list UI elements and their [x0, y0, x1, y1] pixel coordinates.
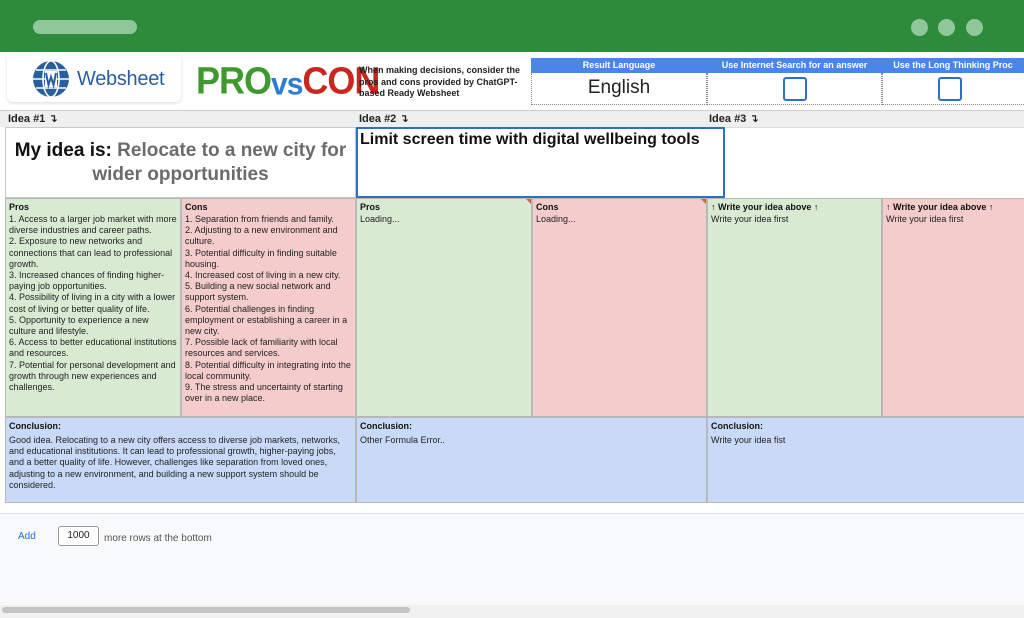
- result-language-header: Result Language: [531, 58, 707, 73]
- idea2-conclusion-head: Conclusion:: [360, 421, 412, 431]
- brand-vs: vs: [271, 67, 303, 103]
- idea2-conclusion-text: Other Formula Error..: [360, 435, 446, 445]
- list-item: 1. Access to a larger job market with mo…: [9, 214, 177, 236]
- scrollbar-thumb[interactable]: [2, 607, 410, 613]
- list-item: 3. Potential difficulty in finding suita…: [185, 247, 337, 269]
- idea1-conclusion-text: Good idea. Relocating to a new city offe…: [9, 435, 340, 490]
- list-item: 5. Opportunity to experience a new cultu…: [9, 314, 149, 337]
- idea2-pros-status: Loading...: [360, 214, 400, 224]
- idea2-label: Idea #2 ↴: [359, 113, 409, 125]
- comment-indicator-icon: [701, 199, 706, 204]
- idea1-cons-list: 1. Separation from friends and family. 2…: [185, 214, 352, 404]
- window-maximize-dot[interactable]: [938, 19, 955, 36]
- websheet-logo[interactable]: Websheet: [7, 56, 181, 102]
- list-item: 4. Possibility of living in a city with …: [9, 292, 176, 314]
- internet-search-cell: [707, 73, 882, 105]
- idea3-label: Idea #3 ↴: [709, 113, 759, 125]
- spreadsheet-area: Websheet PRO vs CON When making decisions,…: [0, 52, 1024, 618]
- result-language-value: English: [587, 77, 651, 98]
- list-item: 7. Potential for personal development an…: [9, 359, 176, 393]
- list-item: 6. Access to better educational institut…: [9, 337, 177, 359]
- idea1-value: Relocate to a new city for wider opportu…: [92, 139, 347, 185]
- idea1-input[interactable]: My idea is: Relocate to a new city for w…: [5, 127, 356, 198]
- globe-logo-icon: [33, 60, 69, 98]
- internet-search-checkbox[interactable]: [782, 77, 807, 101]
- add-rows-button[interactable]: Add: [18, 531, 36, 542]
- list-item: 5. Building a new social network and sup…: [185, 281, 331, 303]
- idea2-pros-head: Pros: [360, 202, 381, 212]
- list-item: 3. Increased chances of finding higher-p…: [9, 270, 165, 292]
- idea1-pros-cell[interactable]: Pros 1. Access to a larger job market wi…: [5, 198, 181, 417]
- idea2-input[interactable]: Limit screen time with digital wellbeing…: [356, 127, 725, 198]
- idea3-input[interactable]: [725, 127, 1024, 198]
- idea2-cons-head: Cons: [536, 202, 559, 212]
- list-item: 6. Potential challenges in finding emplo…: [185, 303, 348, 337]
- window-title-placeholder: [33, 20, 137, 34]
- idea1-label: Idea #1 ↴: [8, 113, 58, 125]
- rows-count-input[interactable]: 1000: [58, 526, 99, 546]
- horizontal-scrollbar[interactable]: [0, 605, 1024, 618]
- window-close-dot[interactable]: [966, 19, 983, 36]
- idea1-conclusion-cell[interactable]: Conclusion: Good idea. Relocating to a n…: [5, 417, 356, 503]
- list-item: 2. Exposure to new networks and connecti…: [9, 236, 173, 269]
- add-rows-footer: Add 1000 more rows at the bottom: [0, 513, 1024, 618]
- idea3-cons-status: Write your idea first: [886, 214, 964, 224]
- idea2-pros-cell[interactable]: Pros Loading...: [356, 198, 532, 417]
- list-item: 2. Adjusting to a new environment and cu…: [185, 225, 338, 247]
- idea3-pros-cell[interactable]: ↑ Write your idea above ↑ Write your ide…: [707, 198, 882, 417]
- long-thinking-header: Use the Long Thinking Proc: [882, 58, 1024, 73]
- result-language-select[interactable]: English: [531, 73, 707, 105]
- idea1-cons-head: Cons: [185, 202, 208, 212]
- provscon-brand: PRO vs CON: [196, 57, 380, 103]
- rows-text: more rows at the bottom: [104, 533, 212, 544]
- list-item: 9. The stress and uncertainty of startin…: [185, 382, 343, 404]
- idea-input-row: My idea is: Relocate to a new city for w…: [5, 127, 1024, 198]
- idea1-cons-cell[interactable]: Cons 1. Separation from friends and fami…: [181, 198, 356, 417]
- tagline: When making decisions, consider the pros…: [359, 65, 521, 98]
- window-minimize-dot[interactable]: [911, 19, 928, 36]
- idea1-pros-list: 1. Access to a larger job market with mo…: [9, 214, 177, 393]
- idea1-prefix: My idea is:: [14, 139, 112, 161]
- comment-indicator-icon: [526, 199, 531, 204]
- idea3-cons-head: ↑ Write your idea above ↑: [886, 202, 994, 212]
- long-thinking-checkbox[interactable]: [937, 77, 962, 101]
- logo-text: Websheet: [77, 67, 165, 90]
- idea1-pros-head: Pros: [9, 202, 30, 212]
- idea2-cons-cell[interactable]: Cons Loading...: [532, 198, 707, 417]
- list-item: 8. Potential difficulty in integrating i…: [185, 359, 351, 381]
- internet-search-header: Use Internet Search for an answer: [707, 58, 882, 73]
- window-titlebar: [0, 0, 1024, 52]
- idea3-pros-status: Write your idea first: [711, 214, 789, 224]
- long-thinking-cell: [882, 73, 1024, 105]
- list-item: 7. Possible lack of familiarity with loc…: [185, 337, 338, 359]
- idea1-conclusion-head: Conclusion:: [9, 421, 61, 431]
- brand-pro: PRO: [196, 59, 272, 103]
- idea2-cons-status: Loading...: [536, 214, 576, 224]
- idea3-cons-cell[interactable]: ↑ Write your idea above ↑ Write your ide…: [882, 198, 1024, 417]
- idea3-pros-head: ↑ Write your idea above ↑: [711, 202, 819, 212]
- idea3-conclusion-head: Conclusion:: [711, 421, 763, 431]
- list-item: 1. Separation from friends and family.: [185, 214, 334, 224]
- idea2-conclusion-cell[interactable]: Conclusion: Other Formula Error..: [356, 417, 707, 503]
- list-item: 4. Increased cost of living in a new cit…: [185, 270, 341, 281]
- idea-label-row: Idea #1 ↴ Idea #2 ↴ Idea #3 ↴: [0, 110, 1024, 127]
- idea3-conclusion-text: Write your idea fist: [711, 435, 786, 445]
- idea3-conclusion-cell[interactable]: Conclusion: Write your idea fist: [707, 417, 1024, 503]
